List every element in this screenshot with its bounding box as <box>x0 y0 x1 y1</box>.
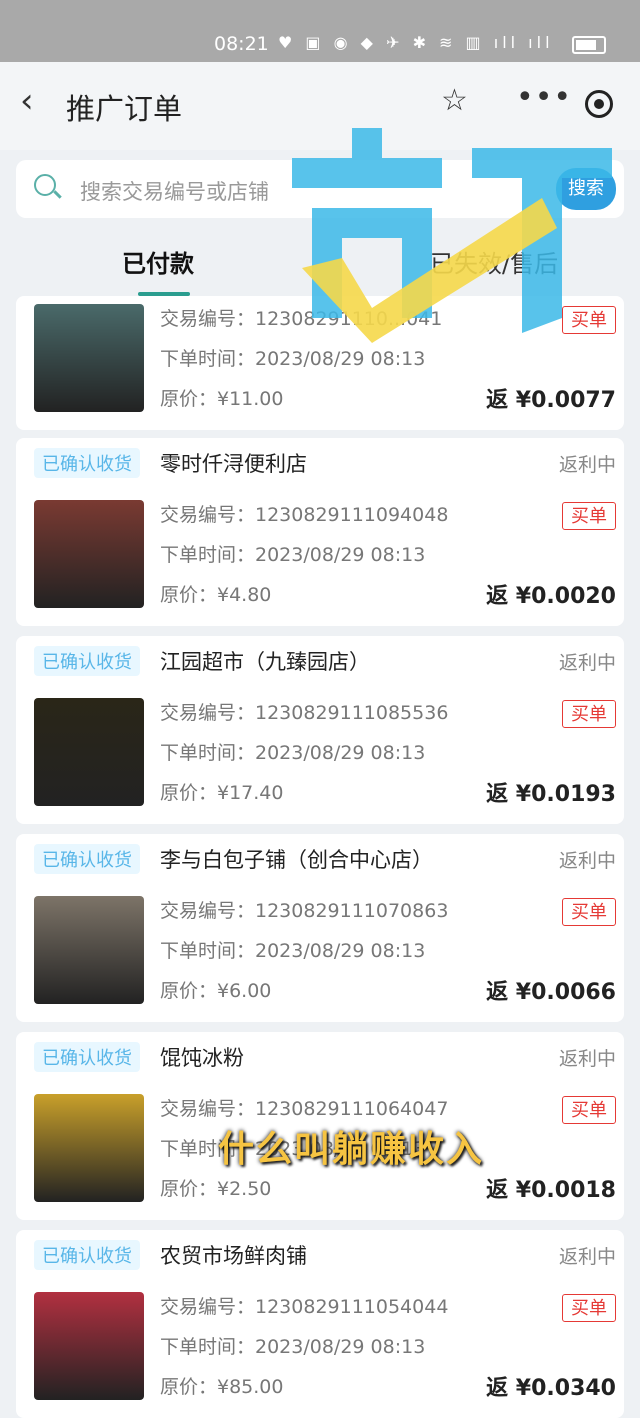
order-time: 下单时间：2023/08/29 08:13 <box>160 1336 426 1358</box>
order-type-tag: 买单 <box>562 502 616 530</box>
order-number: 交易编号：1230829111094048 <box>160 504 449 526</box>
status-badge: 已确认收货 <box>34 646 140 676</box>
order-type-tag: 买单 <box>562 1294 616 1322</box>
order-type-tag: 买单 <box>562 700 616 728</box>
order-number: 交易编号：1230829111054044 <box>160 1296 449 1318</box>
store-thumbnail <box>34 1094 144 1202</box>
order-number: 交易编号：1230829111064047 <box>160 1098 449 1120</box>
page-title: 推广订单 <box>66 92 183 126</box>
watermark-logo <box>292 128 612 343</box>
rebate-amount: 返 ¥0.0077 <box>486 388 616 413</box>
rebate-status: 返利中 <box>558 454 616 476</box>
rebate-amount: 返 ¥0.0340 <box>486 1376 616 1401</box>
back-icon[interactable]: ‹ <box>20 84 34 118</box>
rebate-amount: 返 ¥0.0018 <box>486 1178 616 1203</box>
order-time: 下单时间：2023/08/29 08:13 <box>160 742 426 764</box>
order-type-tag: 买单 <box>562 1096 616 1124</box>
video-caption: 什么叫躺赚收入 <box>218 1129 485 1170</box>
status-badge: 已确认收货 <box>34 1042 140 1072</box>
store-name: 馄饨冰粉 <box>160 1046 244 1070</box>
rebate-amount: 返 ¥0.0066 <box>486 980 616 1005</box>
search-icon <box>34 174 56 196</box>
star-icon[interactable]: ☆ <box>441 86 468 116</box>
search-input[interactable]: 搜索交易编号或店铺 <box>80 176 269 206</box>
order-card[interactable]: 已确认收货 江园超市（九臻园店） 返利中买单 交易编号：123082911108553… <box>16 636 624 824</box>
order-type-tag: 买单 <box>562 898 616 926</box>
rebate-status: 返利中 <box>558 652 616 674</box>
order-card[interactable]: 已确认收货 零时仟浔便利店 返利中买单 交易编号：1230829111094048 下单… <box>16 438 624 626</box>
status-time: 08:21 <box>214 33 269 55</box>
order-number: 交易编号：1230829111070863 <box>160 900 449 922</box>
rebate-status: 返利中 <box>558 1048 616 1070</box>
status-icons: ♥ ▣ ◉ ◆ ✈ ✱ ≋ ▥ ıll ıll <box>278 33 554 52</box>
store-name: 李与白包子铺（创合中心店） <box>160 848 433 872</box>
status-badge: 已确认收货 <box>34 448 140 478</box>
original-price: 原价：¥2.50 <box>160 1178 272 1200</box>
store-name: 农贸市场鲜肉铺 <box>160 1244 307 1268</box>
order-card[interactable]: 已确认收货 农贸市场鲜肉铺 返利中买单 交易编号：1230829111054044 下单… <box>16 1230 624 1418</box>
store-thumbnail <box>34 1292 144 1400</box>
order-time: 下单时间：2023/08/29 08:13 <box>160 940 426 962</box>
order-card[interactable]: 已确认收货 李与白包子铺（创合中心店） 返利中买单 交易编号：123082911107… <box>16 834 624 1022</box>
store-thumbnail <box>34 304 144 412</box>
store-thumbnail <box>34 698 144 806</box>
rebate-status: 返利中 <box>558 1246 616 1268</box>
original-price: 原价：¥11.00 <box>160 388 284 410</box>
battery-icon <box>572 36 606 54</box>
status-badge: 已确认收货 <box>34 1240 140 1270</box>
store-name: 零时仟浔便利店 <box>160 452 307 476</box>
store-thumbnail <box>34 500 144 608</box>
tab-paid[interactable]: 已付款 <box>122 244 194 279</box>
rebate-amount: 返 ¥0.0193 <box>486 782 616 807</box>
order-time: 下单时间：2023/08/29 08:13 <box>160 348 426 370</box>
status-badge: 已确认收货 <box>34 844 140 874</box>
original-price: 原价：¥85.00 <box>160 1376 284 1398</box>
order-number: 交易编号：1230829111085536 <box>160 702 449 724</box>
original-price: 原价：¥17.40 <box>160 782 284 804</box>
store-thumbnail <box>34 896 144 1004</box>
store-name: 江园超市（九臻园店） <box>160 650 370 674</box>
rebate-amount: 返 ¥0.0020 <box>486 584 616 609</box>
original-price: 原价：¥6.00 <box>160 980 272 1002</box>
rebate-status: 返利中 <box>558 850 616 872</box>
status-bar: 08:21 ♥ ▣ ◉ ◆ ✈ ✱ ≋ ▥ ıll ıll <box>0 0 640 62</box>
more-icon[interactable]: ••• <box>516 80 572 115</box>
order-time: 下单时间：2023/08/29 08:13 <box>160 544 426 566</box>
target-icon[interactable] <box>585 90 613 118</box>
original-price: 原价：¥4.80 <box>160 584 272 606</box>
